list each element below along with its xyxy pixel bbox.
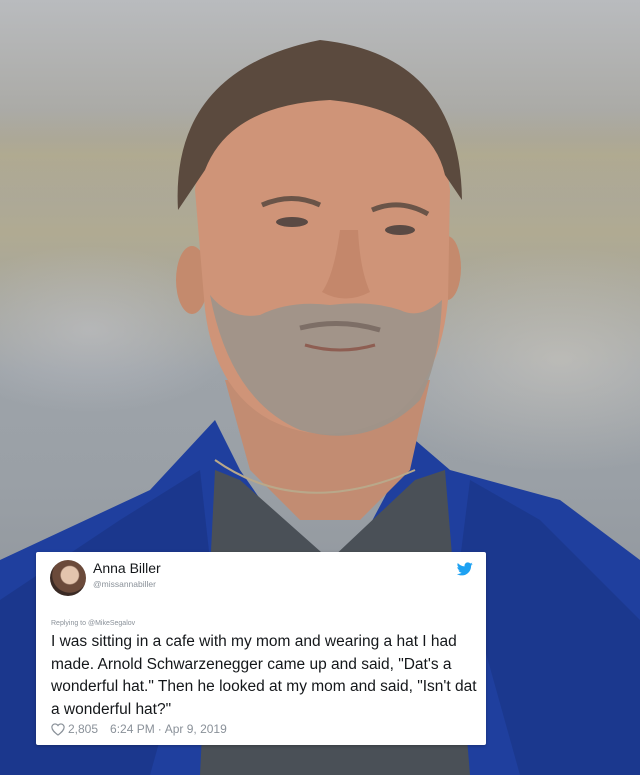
tweet-card: Anna Biller @missannabiller Replying to …: [36, 552, 486, 745]
avatar[interactable]: [50, 560, 86, 596]
tweet-date[interactable]: Apr 9, 2019: [165, 722, 227, 736]
heart-icon[interactable]: [51, 722, 65, 736]
tweet-text: I was sitting in a cafe with my mom and …: [51, 633, 477, 718]
twitter-bird-icon: [457, 562, 473, 576]
tweet-meta: 2,805 6:24 PM · Apr 9, 2019: [51, 722, 227, 736]
author-handle[interactable]: @missannabiller: [93, 579, 156, 589]
replying-to-label: Replying to @MikeSegalov: [51, 620, 136, 627]
author-name[interactable]: Anna Biller: [93, 560, 161, 576]
like-count: 2,805: [68, 722, 99, 736]
meta-separator: ·: [157, 722, 162, 736]
tweet-time[interactable]: 6:24 PM: [110, 722, 155, 736]
